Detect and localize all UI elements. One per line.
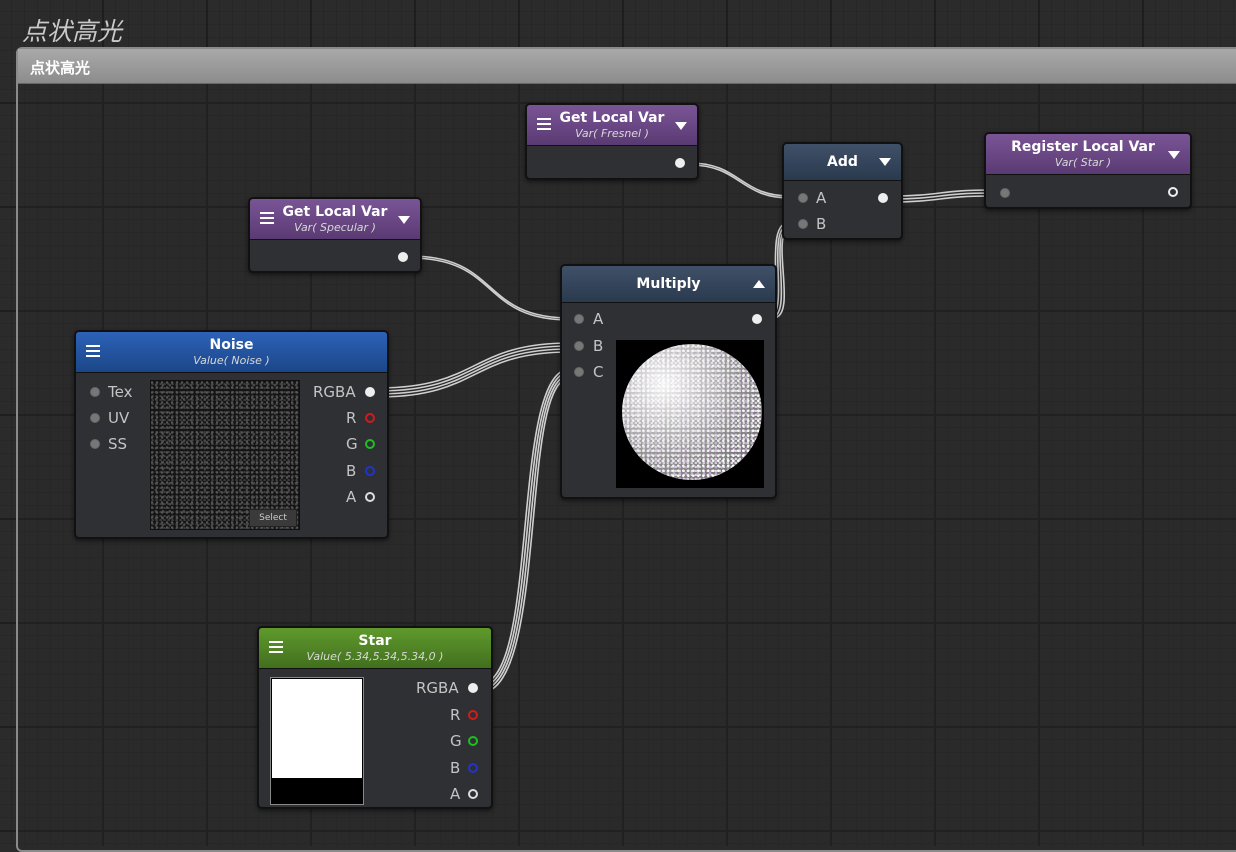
node-multiply[interactable]: Multiply A B C: [560, 264, 777, 499]
port-label-ss: SS: [108, 435, 128, 453]
output-port-g[interactable]: [468, 736, 478, 746]
color-preview-swatch[interactable]: [270, 677, 364, 805]
node-star[interactable]: Star Value( 5.34,5.34,5.34,0 ) RGBA R G …: [257, 626, 493, 809]
node-noise[interactable]: Noise Value( Noise ) Tex UV SS Select RG…: [74, 330, 389, 539]
port-label-c: C: [593, 363, 604, 381]
node-subtitle: Value( Noise ): [193, 354, 270, 367]
dropdown-arrow-icon[interactable]: [1168, 151, 1180, 159]
output-port-rgba[interactable]: [365, 387, 375, 397]
input-port-ss[interactable]: [90, 439, 100, 449]
port-label-g: G: [450, 732, 462, 750]
wire-specular-to-multiply-a: [409, 255, 571, 319]
input-port-a[interactable]: [574, 314, 584, 324]
output-port[interactable]: [675, 158, 685, 168]
port-label-b: B: [346, 462, 357, 480]
node-register-local-var[interactable]: Register Local Var Var( Star ): [984, 132, 1192, 209]
output-port-a[interactable]: [365, 492, 375, 502]
input-port-b[interactable]: [574, 341, 584, 351]
output-port-b[interactable]: [365, 466, 375, 476]
output-port-r[interactable]: [468, 710, 478, 720]
output-port-r[interactable]: [365, 413, 375, 423]
node-subtitle: Value( 5.34,5.34,5.34,0 ): [306, 650, 444, 663]
select-texture-button[interactable]: Select: [249, 509, 297, 527]
node-title: Multiply: [636, 276, 701, 292]
port-label-a: A: [450, 785, 461, 803]
port-label-rgba: RGBA: [416, 679, 459, 697]
port-label-rgba: RGBA: [313, 383, 356, 401]
node-title: Register Local Var: [1011, 139, 1155, 155]
port-label-uv: UV: [108, 409, 130, 427]
output-port-rgba[interactable]: [468, 683, 478, 693]
port-label-tex: Tex: [108, 383, 133, 401]
output-port[interactable]: [1168, 187, 1178, 197]
sphere-preview: [622, 344, 762, 480]
node-title: Noise: [209, 337, 254, 353]
node-get-local-var-fresnel[interactable]: Get Local Var Var( Fresnel ): [525, 103, 699, 180]
input-port-tex[interactable]: [90, 387, 100, 397]
port-label-g: G: [346, 435, 358, 453]
output-port[interactable]: [878, 193, 888, 203]
dropdown-arrow-icon[interactable]: [398, 216, 410, 224]
output-port-g[interactable]: [365, 439, 375, 449]
port-label-b: B: [450, 759, 461, 777]
input-port-c[interactable]: [574, 367, 584, 377]
node-title: Star: [358, 633, 392, 649]
node-title: Get Local Var: [559, 110, 665, 126]
wire-fresnel-to-add-a: [689, 162, 791, 197]
node-add[interactable]: Add A B: [782, 142, 903, 240]
output-port[interactable]: [398, 252, 408, 262]
port-label-r: R: [346, 409, 357, 427]
dropdown-arrow-icon[interactable]: [879, 158, 891, 166]
collapse-arrow-icon[interactable]: [753, 280, 765, 288]
port-label-a: A: [593, 310, 604, 328]
noise-texture-preview[interactable]: Select: [150, 380, 300, 530]
input-port-uv[interactable]: [90, 413, 100, 423]
output-port-b[interactable]: [468, 763, 478, 773]
input-port[interactable]: [1000, 188, 1010, 198]
node-subtitle: Var( Specular ): [294, 221, 376, 234]
wire-star-to-multiply-c: [479, 368, 571, 685]
dropdown-arrow-icon[interactable]: [675, 122, 687, 130]
node-title: Get Local Var: [282, 204, 388, 220]
input-port-a[interactable]: [798, 193, 808, 203]
preview-image: [616, 340, 764, 488]
node-get-local-var-specular[interactable]: Get Local Var Var( Specular ): [248, 197, 422, 273]
port-label-r: R: [450, 706, 461, 724]
port-label-b: B: [816, 215, 827, 233]
output-port-a[interactable]: [468, 789, 478, 799]
output-port[interactable]: [752, 314, 762, 324]
node-subtitle: Var( Fresnel ): [575, 127, 649, 140]
input-port-b[interactable]: [798, 219, 808, 229]
port-label-b: B: [593, 337, 604, 355]
port-label-a: A: [816, 189, 827, 207]
node-subtitle: Var( Star ): [1054, 156, 1112, 169]
port-label-a: A: [346, 488, 357, 506]
